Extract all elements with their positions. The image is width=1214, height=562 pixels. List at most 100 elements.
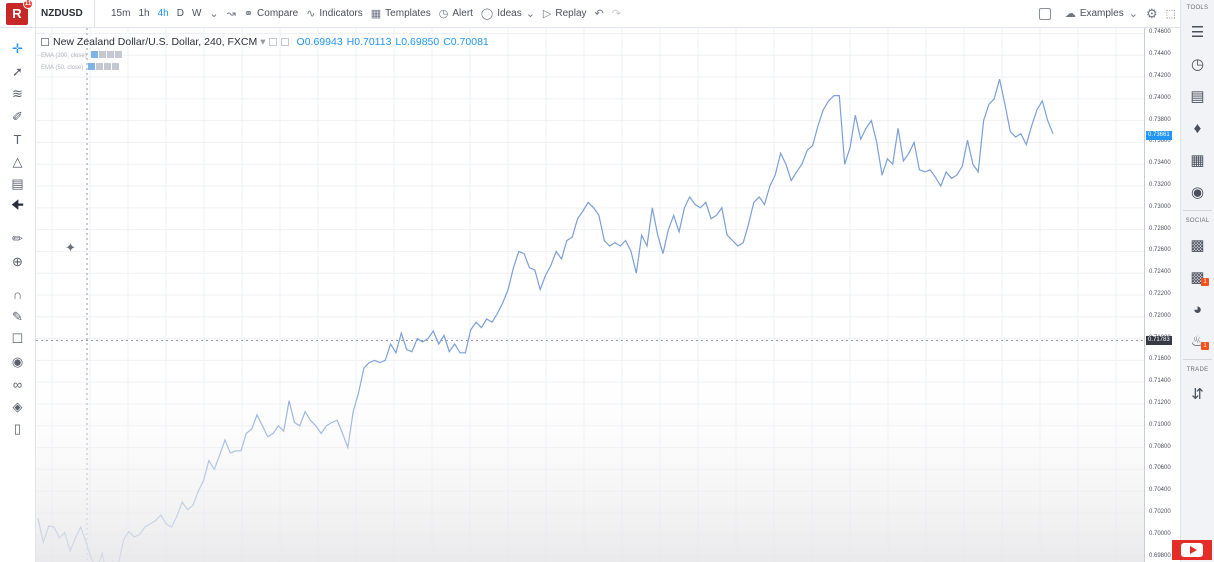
chart-style-line-icon[interactable]: ↝ [223, 0, 240, 28]
ideas-chevron-icon: ⌄ [525, 8, 535, 20]
streams-icon[interactable]: ◕ [1181, 293, 1214, 325]
interval-15m[interactable]: 15m [107, 0, 134, 28]
price-axis[interactable]: 0.69800 0.70000 0.70200 0.70400 0.70600 0.708… [1144, 28, 1180, 562]
lightbulb-icon: ◯ [480, 8, 494, 20]
interval-1h[interactable]: 1h [134, 0, 153, 28]
hotlist-flame-icon[interactable]: ♦ [1181, 112, 1214, 144]
interval-w[interactable]: W [188, 0, 205, 28]
indicator-ema-50[interactable]: EMA (50, close) [41, 63, 120, 72]
collapse-legend-icon[interactable] [41, 38, 49, 46]
lock-icon[interactable]: ☐ [0, 328, 35, 351]
settings-button[interactable]: ⚙ [1142, 0, 1162, 28]
stay-in-drawing-mode-icon[interactable]: ✎ [0, 306, 35, 329]
watchlist-icon[interactable]: ☰ [1181, 16, 1214, 48]
gear-icon: ⚙ [1145, 5, 1158, 21]
price-tick-label: 0.71000 [1149, 421, 1171, 428]
fullscreen-checkbox[interactable] [1038, 7, 1051, 20]
symbol-search[interactable]: NZDUSD [35, 0, 95, 28]
zoom-in-icon[interactable]: ⊕ [0, 251, 35, 274]
alarm-clock-icon: ◷ [438, 8, 449, 20]
text-tool-icon[interactable]: T [0, 128, 35, 151]
top-toolbar: R 11 NZDUSD 15m 1h 4h D W ⌄ ↝ ⚭ Compare … [0, 0, 1180, 28]
ideas-lightbulb-icon[interactable]: ◉ [1181, 176, 1214, 208]
magnet-icon[interactable]: ∩ [0, 283, 35, 306]
pattern-tool-icon[interactable]: △ [0, 151, 35, 174]
tools-section-label: TOOLS [1186, 5, 1209, 11]
cloud-icon: ☁ [1064, 8, 1076, 20]
price-tick-label: 0.70800 [1149, 443, 1171, 450]
undo-icon: ↶ [594, 8, 604, 20]
interval-d[interactable]: D [173, 0, 188, 28]
prediction-tool-icon[interactable]: ▤ [0, 173, 35, 196]
templates-button[interactable]: ▦ Templates [367, 0, 435, 28]
indicators-icon: ∿ [306, 8, 316, 20]
compare-button[interactable]: ⚭ Compare [240, 0, 302, 28]
arrow-left-icon[interactable]: 🠈 [0, 196, 35, 219]
ideas-button[interactable]: ◯ Ideas ⌄ [477, 0, 539, 28]
price-tick-label: 0.72400 [1149, 269, 1171, 276]
legend-high: H0.70113 [346, 36, 392, 48]
ruler-icon[interactable]: ✏ [0, 228, 35, 251]
legend-menu-chevron-icon[interactable]: ▾ [260, 36, 265, 48]
play-icon [1181, 543, 1203, 557]
price-tick-label: 0.72800 [1149, 225, 1171, 232]
layers-icon[interactable]: ◈ [0, 396, 35, 419]
bell-badge: 1 [1201, 342, 1209, 350]
price-tick-label: 0.72600 [1149, 247, 1171, 254]
crosshair-cursor-icon: ✦ [65, 240, 76, 255]
redo-button[interactable]: ↷ [608, 0, 625, 28]
price-tick-label: 0.70600 [1149, 465, 1171, 472]
price-tick-label: 0.70000 [1149, 530, 1171, 537]
chat-icon[interactable]: ▩ [1181, 229, 1214, 261]
indicator-buttons[interactable] [88, 63, 120, 72]
indicator-ema-200[interactable]: EMA (200, close) [41, 51, 123, 60]
compare-icon: ⚭ [243, 8, 254, 20]
replay-icon: ▷ [542, 8, 552, 20]
price-tick-label: 0.74400 [1149, 51, 1171, 58]
replay-button[interactable]: ▷ Replay [539, 0, 591, 28]
youtube-play-button[interactable] [1172, 540, 1212, 560]
link-icon[interactable]: ∞ [0, 373, 35, 396]
crosshair-icon[interactable]: ✛ [0, 38, 35, 61]
compare-label: Compare [257, 8, 299, 19]
interval-4h[interactable]: 4h [154, 0, 173, 28]
indicator-buttons[interactable] [91, 51, 123, 60]
replay-label: Replay [555, 8, 587, 19]
fibonacci-icon[interactable]: ≋ [0, 83, 35, 106]
interval-dropdown-chevron-icon[interactable]: ⌄ [205, 0, 222, 28]
notifications-bell-icon[interactable]: ♨ 1 [1181, 325, 1214, 357]
examples-label: Examples [1079, 8, 1124, 19]
trend-line-icon[interactable]: ➚ [0, 61, 35, 84]
price-tick-label: 0.71400 [1149, 378, 1171, 385]
chart-pane[interactable]: ✦ [36, 28, 1144, 562]
redo-icon: ↷ [611, 8, 621, 20]
calendar-icon[interactable]: ▦ [1181, 144, 1214, 176]
series-title[interactable]: New Zealand Dollar/U.S. Dollar, 240, FXC… [53, 36, 257, 48]
price-tick-label: 0.73400 [1149, 160, 1171, 167]
price-tick-label: 0.74200 [1149, 73, 1171, 80]
legend-hide-icon[interactable] [280, 38, 289, 46]
undo-button[interactable]: ↶ [591, 0, 608, 28]
alarm-clock-icon[interactable]: ◷ [1181, 48, 1214, 80]
eye-icon[interactable]: ◉ [0, 351, 35, 374]
price-chart[interactable] [36, 28, 1144, 562]
examples-button[interactable]: ☁ Examples ⌄ [1061, 0, 1142, 28]
indicators-button[interactable]: ∿ Indicators [302, 0, 367, 28]
brush-icon[interactable]: ✐ [0, 106, 35, 129]
trash-icon[interactable]: ▯ [0, 418, 35, 441]
price-tick-label: 0.71200 [1149, 399, 1171, 406]
alert-label: Alert [452, 8, 473, 19]
social-section-label: SOCIAL [1185, 218, 1210, 224]
expand-icon: ⬚ [1165, 8, 1176, 20]
news-icon[interactable]: ▤ [1181, 80, 1214, 112]
fullscreen-button[interactable]: ⬚ [1162, 0, 1180, 28]
private-chat-icon[interactable]: ▩ 1 [1181, 261, 1214, 293]
legend-settings-icon[interactable] [268, 38, 277, 46]
examples-chevron-icon: ⌄ [1128, 8, 1138, 20]
trading-panel-icon[interactable]: ⇵ [1181, 378, 1214, 410]
legend-low: L0.69850 [395, 36, 440, 48]
price-tick-label: 0.74000 [1149, 94, 1171, 101]
logo-letter: R [12, 6, 22, 21]
alert-button[interactable]: ◷ Alert [435, 0, 477, 28]
app-logo[interactable]: R 11 [6, 0, 33, 25]
